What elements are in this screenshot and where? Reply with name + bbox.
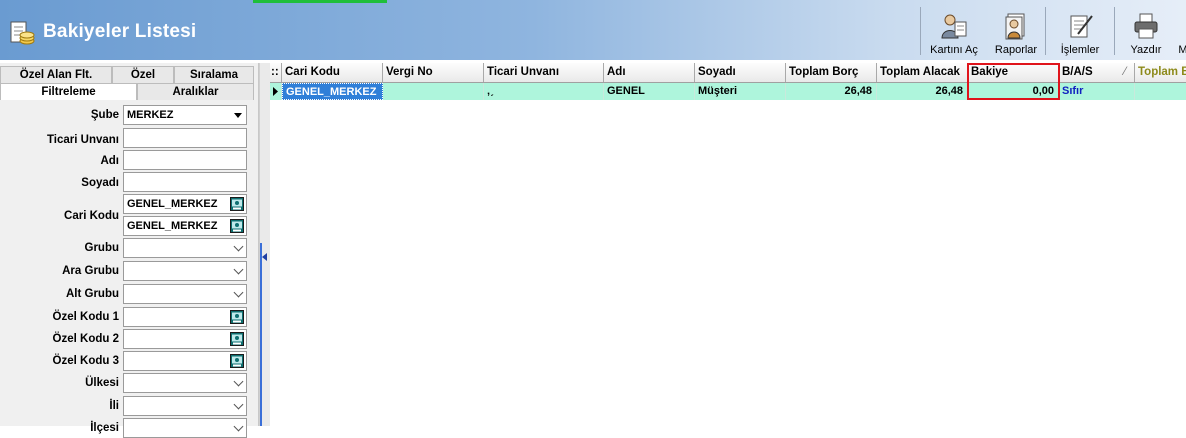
page-title: Bakiyeler Listesi: [43, 21, 197, 42]
balance-list-app-icon: [10, 21, 35, 45]
sube-select[interactable]: MERKEZ: [123, 105, 247, 125]
tab-ozel[interactable]: Özel: [112, 66, 174, 83]
more-label: M: [1178, 44, 1186, 56]
adi-input[interactable]: [123, 150, 247, 170]
ili-select[interactable]: [123, 396, 247, 416]
lookup-icon[interactable]: [230, 332, 244, 346]
header-marker[interactable]: ::: [270, 63, 282, 82]
active-tab-indicator: [253, 0, 387, 3]
chevron-down-icon: [233, 264, 244, 275]
cell-soyadi[interactable]: Müşteri: [695, 83, 786, 100]
chevron-down-icon: [233, 399, 244, 410]
panel-splitter[interactable]: [259, 63, 270, 426]
sube-value: MERKEZ: [127, 109, 174, 121]
open-card-icon: [941, 14, 967, 39]
ozel-kodu-2-input[interactable]: [123, 329, 247, 349]
filter-tabs-row-2: Filtreleme Aralıklar: [0, 83, 254, 100]
col-bas-label: B/A/S: [1062, 66, 1093, 78]
col-toplam-borc[interactable]: Toplam Borç: [786, 63, 877, 82]
chevron-down-icon: [233, 241, 244, 252]
title-bar: Bakiyeler Listesi Kartını Aç Raporlar İş…: [0, 0, 1186, 60]
filter-panel: Özel Alan Flt. Özel Sıralama Filtreleme …: [0, 63, 259, 438]
col-toplam-alacak[interactable]: Toplam Alacak: [877, 63, 968, 82]
open-card-label: Kartını Aç: [930, 44, 978, 56]
splitter-line: [260, 243, 262, 426]
print-label: Yazdır: [1130, 44, 1162, 56]
collapse-arrow-icon[interactable]: [262, 253, 267, 261]
ara-grubu-select[interactable]: [123, 261, 247, 281]
bakiye-highlight-box: [967, 63, 1060, 100]
adi-label: Adı: [100, 155, 119, 167]
col-adi[interactable]: Adı: [604, 63, 695, 82]
cell-ticari-unvani[interactable]: ‚ˏ: [484, 83, 604, 100]
ilcesi-label: İlçesi: [90, 422, 119, 434]
sube-label: Şube: [90, 109, 119, 121]
cell-toplam-borc[interactable]: 26,48: [786, 83, 877, 100]
ozel-kodu-1-input[interactable]: [123, 307, 247, 327]
ara-grubu-label: Ara Grubu: [62, 265, 119, 277]
cari-kodu-to-input[interactable]: GENEL_MERKEZ: [123, 216, 247, 236]
tab-siralama[interactable]: Sıralama: [174, 66, 254, 83]
ozel-kodu-3-input[interactable]: [123, 351, 247, 371]
lookup-icon[interactable]: [230, 310, 244, 324]
col-cari-kodu[interactable]: Cari Kodu: [282, 63, 383, 82]
grubu-label: Grubu: [84, 242, 120, 254]
col-bas[interactable]: B/A/S ⁄: [1059, 63, 1135, 82]
tab-filtreleme[interactable]: Filtreleme: [0, 83, 137, 100]
soyadi-input[interactable]: [123, 172, 247, 192]
col-toplam-b[interactable]: Toplam B: [1135, 63, 1186, 82]
balance-grid: :: Cari Kodu Vergi No Ticari Unvanı Adı …: [270, 63, 1186, 426]
col-vergi-no[interactable]: Vergi No: [383, 63, 484, 82]
cari-kodu-from-input[interactable]: GENEL_MERKEZ: [123, 194, 247, 214]
operations-button[interactable]: İşlemler: [1046, 3, 1114, 59]
ilcesi-select[interactable]: [123, 418, 247, 438]
cell-cari-kodu[interactable]: GENEL_MERKEZ: [282, 83, 383, 100]
cari-kodu-to-value: GENEL_MERKEZ: [127, 220, 218, 232]
ticari-unvani-input[interactable]: [123, 128, 247, 148]
more-button[interactable]: M: [1177, 3, 1186, 59]
sort-icon: ⁄: [1124, 66, 1126, 78]
cari-kodu-from-value: GENEL_MERKEZ: [127, 198, 218, 210]
reports-icon: [1005, 13, 1025, 40]
grubu-select[interactable]: [123, 238, 247, 258]
cell-toplam-alacak[interactable]: 26,48: [877, 83, 968, 100]
operations-icon: [1070, 15, 1093, 38]
ozel-kodu-1-label: Özel Kodu 1: [52, 311, 119, 323]
cell-toplam-b[interactable]: [1135, 83, 1186, 100]
ulkesi-select[interactable]: [123, 373, 247, 393]
soyadi-label: Soyadı: [81, 177, 119, 189]
ozel-kodu-3-label: Özel Kodu 3: [52, 355, 119, 367]
printer-icon: [1134, 13, 1158, 39]
toolbar: Kartını Aç Raporlar İşlemler Yazdır M: [920, 3, 1186, 59]
tab-ozel-alan-flt[interactable]: Özel Alan Flt.: [0, 66, 112, 83]
cari-kodu-label: Cari Kodu: [64, 210, 119, 222]
reports-button[interactable]: Raporlar: [987, 3, 1045, 59]
chevron-down-icon: [233, 287, 244, 298]
lookup-icon[interactable]: [230, 354, 244, 368]
ticari-unvani-label: Ticari Unvanı: [46, 134, 119, 146]
current-row-arrow-icon: [273, 87, 278, 96]
col-ticari-unvani[interactable]: Ticari Unvanı: [484, 63, 604, 82]
reports-label: Raporlar: [994, 44, 1038, 56]
dropdown-arrow-icon: [234, 113, 242, 118]
print-button[interactable]: Yazdır: [1115, 3, 1177, 59]
chevron-down-icon: [233, 376, 244, 387]
open-card-button[interactable]: Kartını Aç: [921, 3, 987, 59]
cell-bas[interactable]: Sıfır: [1059, 83, 1135, 100]
operations-label: İşlemler: [1060, 44, 1100, 56]
alt-grubu-label: Alt Grubu: [65, 288, 119, 300]
lookup-icon[interactable]: [230, 219, 244, 233]
tab-araliklar[interactable]: Aralıklar: [137, 83, 254, 100]
ulkesi-label: Ülkesi: [85, 377, 119, 389]
filter-tabs-row-1: Özel Alan Flt. Özel Sıralama: [0, 66, 254, 83]
cell-adi[interactable]: GENEL: [604, 83, 695, 100]
chevron-down-icon: [233, 421, 244, 432]
ozel-kodu-2-label: Özel Kodu 2: [52, 333, 119, 345]
alt-grubu-select[interactable]: [123, 284, 247, 304]
ili-label: İli: [109, 400, 119, 412]
col-soyadi[interactable]: Soyadı: [695, 63, 786, 82]
lookup-icon[interactable]: [230, 197, 244, 211]
cell-vergi-no[interactable]: [383, 83, 484, 100]
row-indicator: [270, 83, 282, 100]
